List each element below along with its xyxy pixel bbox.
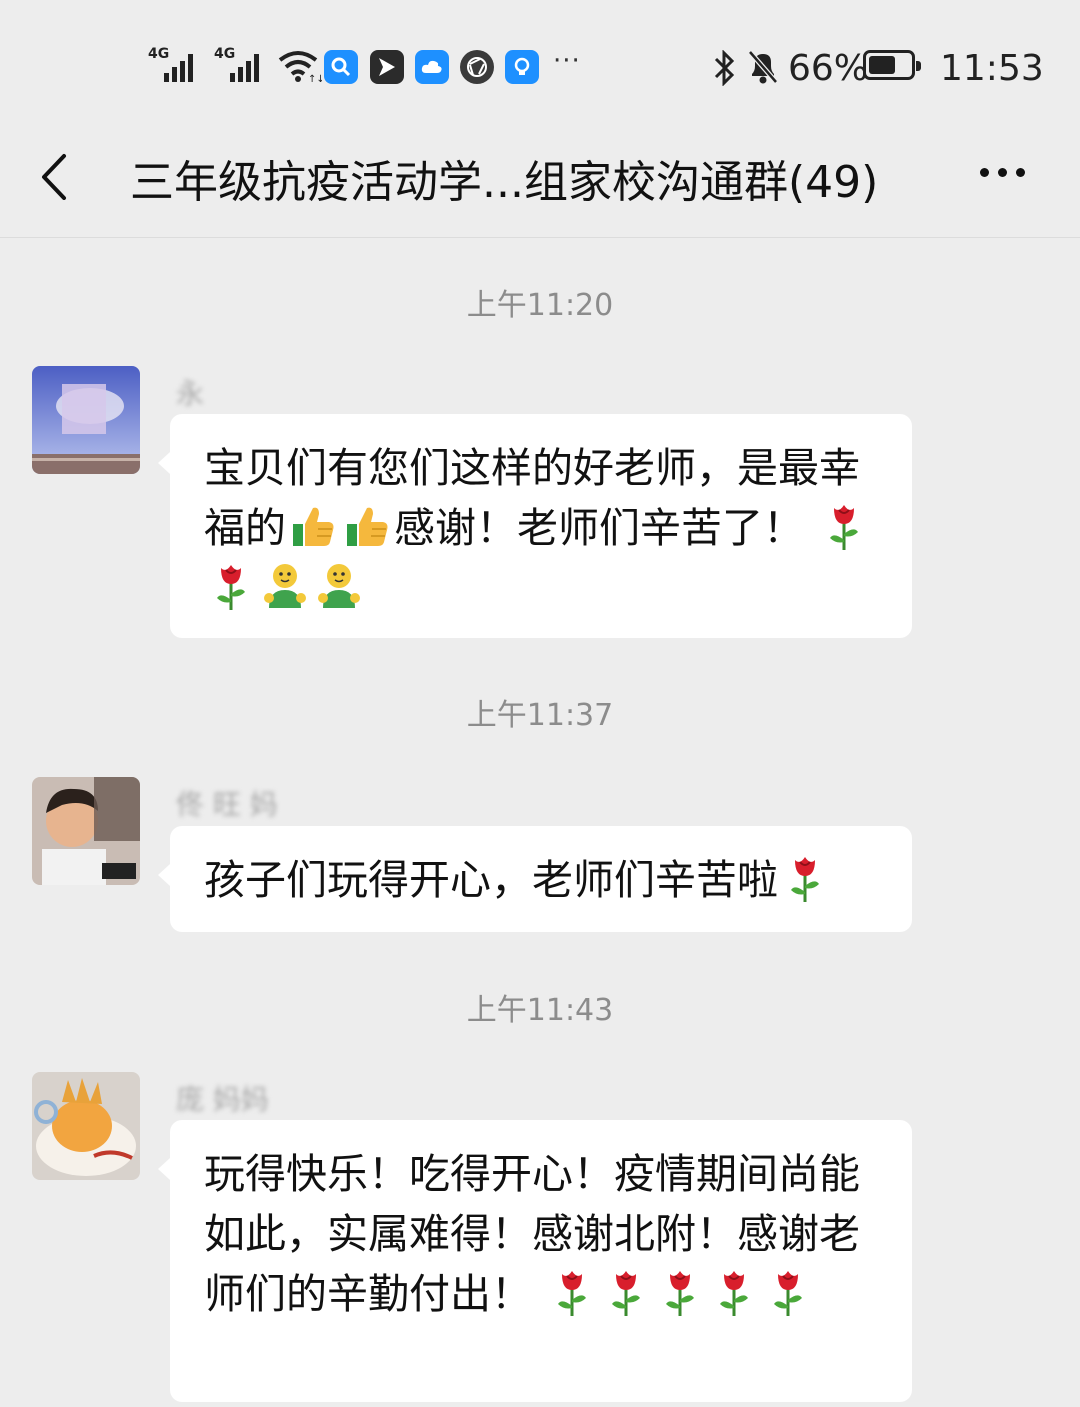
- status-time: 11:53: [940, 47, 1044, 89]
- bluetooth-icon: [714, 50, 735, 86]
- rose-emoji-icon: [207, 560, 255, 612]
- mute-bell-icon: [748, 50, 778, 84]
- hug-emoji-icon: [261, 560, 309, 612]
- status-bar: 4G 4G ↑↓ ··· 66% 11:53: [0, 0, 1080, 120]
- wifi-icon: ↑↓: [278, 51, 322, 82]
- timestamp: 上午11:43: [466, 993, 614, 1028]
- battery-percent: 66%: [788, 47, 869, 89]
- sender-name: 佟 旺 妈: [176, 788, 278, 821]
- paper-plane-app-icon: [370, 50, 404, 84]
- lightbulb-app-icon: [505, 50, 539, 84]
- timestamp: 上午11:37: [466, 698, 614, 733]
- rose-emoji-icon: [764, 1266, 812, 1318]
- search-app-icon: [324, 50, 358, 84]
- cloud-app-icon: [415, 50, 449, 84]
- rose-emoji-icon: [781, 852, 829, 904]
- rose-emoji-icon: [820, 500, 868, 552]
- message-bubble[interactable]: 孩子们玩得开心，老师们辛苦啦: [158, 826, 912, 932]
- thumbs-up-emoji-icon: [343, 500, 391, 552]
- message-bubble[interactable]: 玩得快乐！吃得开心！疫情期间尚能如此，实属难得！感谢北附！感谢老师们的辛勤付出！: [158, 1120, 912, 1402]
- aperture-app-icon: [460, 50, 494, 84]
- chat-title: 三年级抗疫活动学...组家校沟通群(49): [130, 157, 879, 208]
- avatar[interactable]: [32, 366, 140, 474]
- hug-emoji-icon: [315, 560, 363, 612]
- back-arrow-icon[interactable]: [36, 150, 76, 200]
- rose-emoji-icon: [656, 1266, 704, 1318]
- rose-emoji-icon: [602, 1266, 650, 1318]
- rose-emoji-icon: [548, 1266, 596, 1318]
- sender-name: 庞 妈妈: [176, 1083, 269, 1116]
- sender-name: 永: [176, 377, 205, 410]
- thumbs-up-emoji-icon: [289, 500, 337, 552]
- more-notifications-icon: ···: [553, 46, 581, 76]
- battery-fill: [869, 56, 896, 74]
- message-bubble[interactable]: 宝贝们有您们这样的好老师，是最幸福的 感谢！老师们辛苦了！: [158, 414, 912, 638]
- chat-header: 三年级抗疫活动学...组家校沟通群(49): [0, 120, 1080, 238]
- battery-icon: [863, 50, 921, 80]
- more-options-button[interactable]: [972, 156, 1032, 186]
- timestamp: 上午11:20: [466, 288, 614, 323]
- rose-emoji-icon: [710, 1266, 758, 1318]
- avatar[interactable]: [32, 777, 140, 885]
- svg-text:↑↓: ↑↓: [308, 74, 322, 82]
- avatar[interactable]: [32, 1072, 140, 1180]
